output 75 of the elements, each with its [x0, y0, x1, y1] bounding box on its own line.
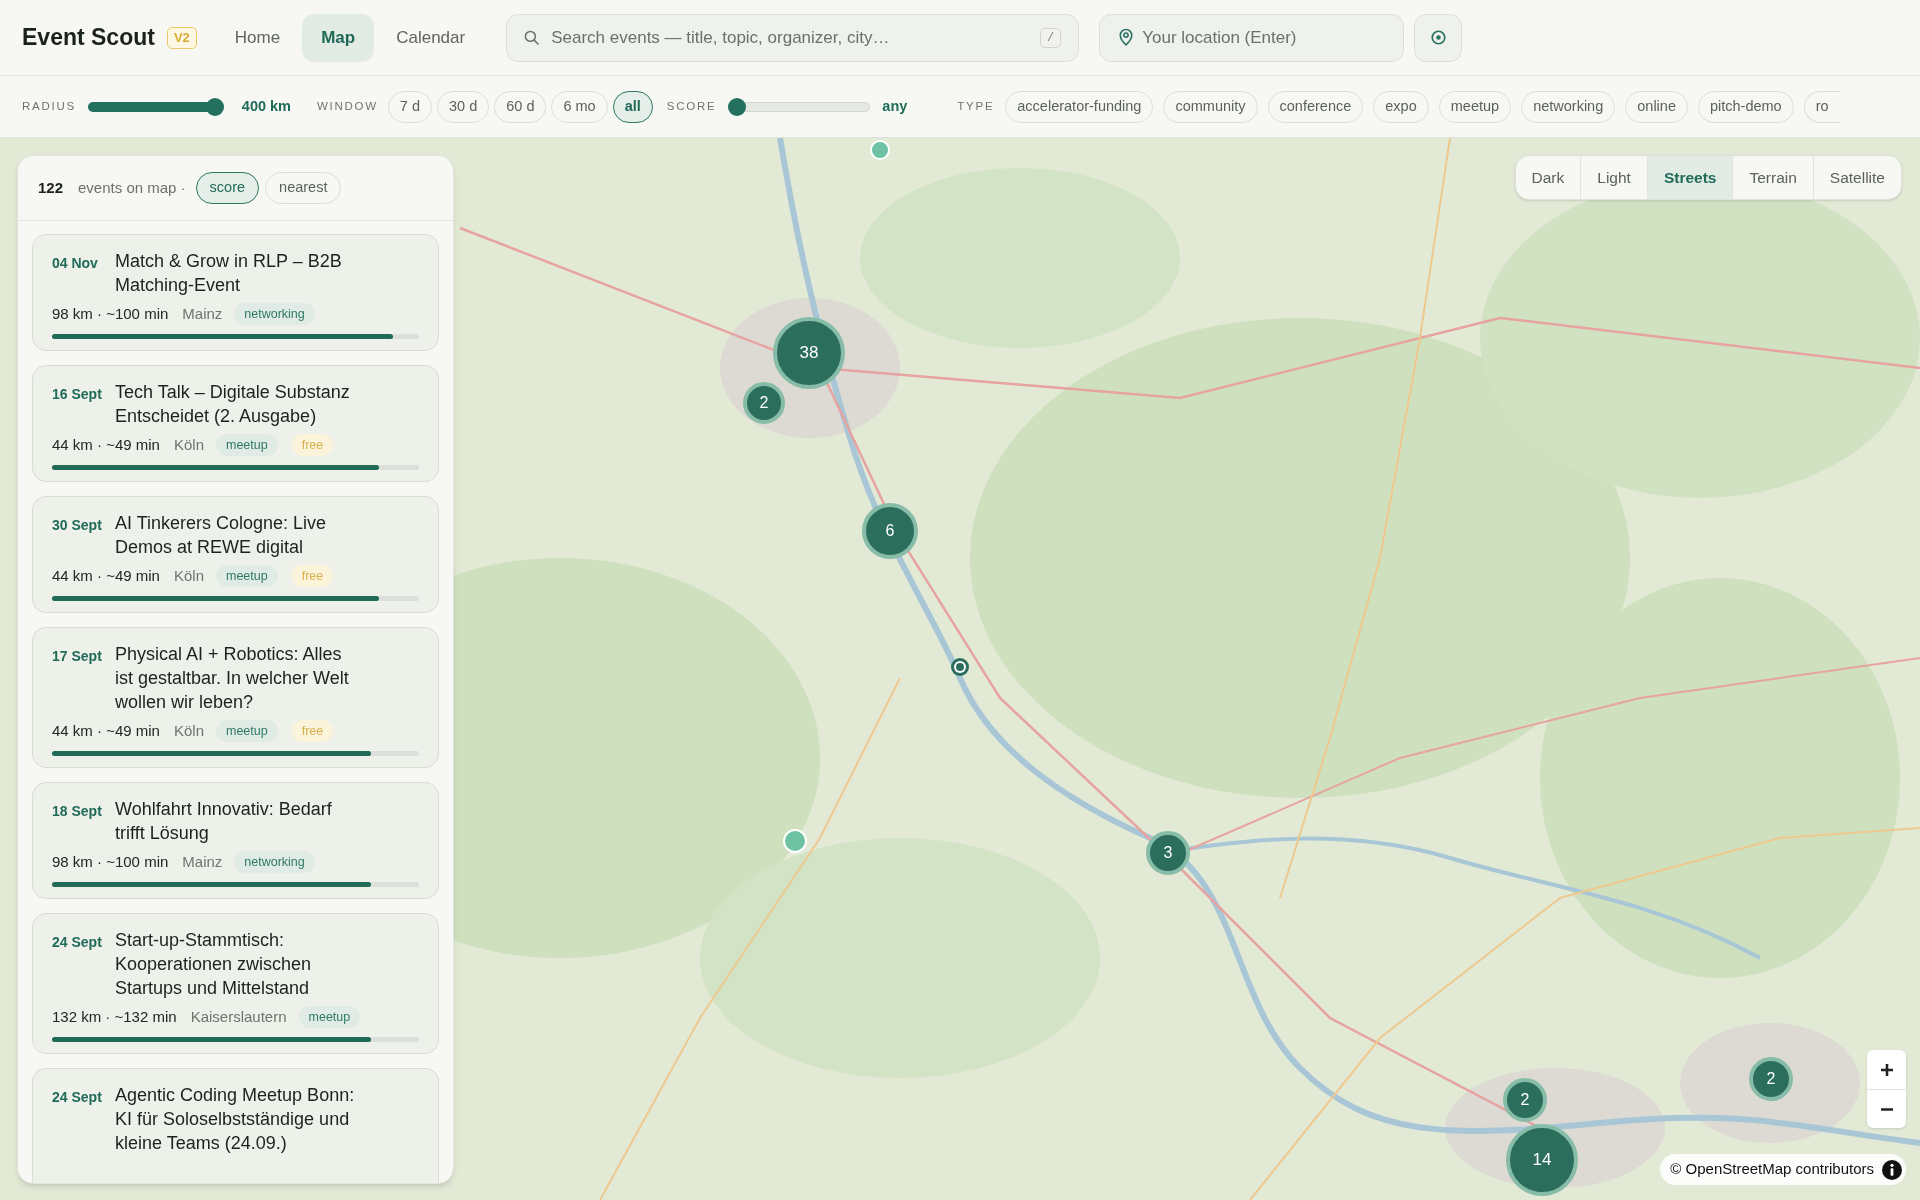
event-city: Köln: [173, 720, 204, 741]
nav-tab[interactable]: Calendar: [377, 13, 485, 62]
event-city: Köln: [173, 565, 204, 586]
map-style-tab[interactable]: Dark: [1515, 156, 1581, 199]
nav-tab[interactable]: Home: [215, 13, 300, 62]
info-icon: [1882, 1159, 1902, 1180]
event-tag: meetup: [216, 434, 278, 456]
sort-chip[interactable]: score: [195, 172, 260, 204]
search-icon: [524, 29, 540, 45]
event-card[interactable]: 17 Sept Physical AI + Robotics: Alles ist gestaltbar. In welcher Welt wollen wir leben? 44 km · ~49 min Köln meetup free: [32, 627, 439, 768]
plus-icon: [1879, 1062, 1894, 1077]
event-card[interactable]: 30 Sept AI Tinkerers Cologne: Live Demos at REWE digital 44 km · ~49 min Köln meetup free: [32, 496, 439, 613]
result-count: 122: [38, 177, 64, 198]
event-tag: free: [291, 565, 334, 587]
filter-label: RADIUS: [22, 98, 76, 114]
event-city: Köln: [173, 434, 204, 455]
map-style-tab[interactable]: Satellite: [1812, 156, 1901, 199]
location-field[interactable]: Your location (Enter): [1099, 13, 1405, 62]
slider-thumb[interactable]: [205, 97, 224, 116]
map-style-tab[interactable]: Terrain: [1732, 156, 1813, 199]
event-card[interactable]: 24 Sept Agentic Coding Meetup Bonn: KI für Soloselbstständige und kleine Teams (24.09.): [32, 1068, 439, 1183]
event-distance: 44 km · ~49 min: [52, 720, 160, 741]
attribution-text: © OpenStreetMap contributors: [1670, 1159, 1874, 1180]
event-card[interactable]: 16 Sept Tech Talk – Digitale Substanz Entscheidet (2. Ausgabe) 44 km · ~49 min Köln meetup free: [32, 365, 439, 482]
event-card[interactable]: 04 Nov Match & Grow in RLP – B2B Matching-Event 98 km · ~100 min Mainz networking: [32, 234, 439, 351]
event-title: Start-up-Stammtisch: Kooperationen zwischen Startups und Mittelstand: [115, 929, 313, 1000]
event-city: Mainz: [182, 303, 223, 324]
nav-tab[interactable]: Map: [302, 13, 375, 62]
event-tag: networking: [234, 303, 315, 325]
event-date: 18 Sept: [52, 802, 103, 821]
slider-value: 400 km: [241, 96, 291, 116]
event-distance: 98 km · ~100 min: [52, 303, 169, 324]
map-style-tab[interactable]: Streets: [1646, 156, 1733, 199]
map-pin-icon: [1119, 27, 1134, 46]
filter-label: TYPE: [957, 98, 995, 114]
event-distance: 98 km · ~100 min: [52, 851, 169, 872]
event-date: 24 Sept: [52, 1088, 103, 1107]
slider-thumb[interactable]: [728, 97, 747, 116]
radius-slider[interactable]: [87, 97, 224, 116]
filter-chip[interactable]: all: [612, 90, 653, 123]
target-icon: [1429, 29, 1447, 46]
event-tag: networking: [234, 851, 315, 873]
event-title: AI Tinkerers Cologne: Live Demos at REWE digital: [115, 512, 328, 559]
event-tag: meetup: [216, 565, 278, 587]
locate-button[interactable]: [1414, 13, 1463, 62]
score-slider[interactable]: [728, 97, 871, 116]
event-title: Tech Talk – Digitale Substanz Entscheidet (2. Ausgabe): [115, 381, 351, 428]
event-tag: meetup: [216, 720, 278, 742]
slider-value: any: [882, 96, 908, 116]
event-distance: 44 km · ~49 min: [52, 565, 160, 586]
event-tag: meetup: [298, 1006, 361, 1028]
event-date: 17 Sept: [52, 647, 103, 666]
filter-label: WINDOW: [317, 98, 378, 114]
event-date: 04 Nov: [52, 254, 99, 273]
filter-label: SCORE: [666, 98, 717, 114]
event-city: Kaiserslautern: [190, 1006, 287, 1027]
event-tag: free: [291, 720, 334, 742]
event-date: 24 Sept: [52, 933, 103, 952]
event-title: Wohlfahrt Innovativ: Bedarf trifft Lösung: [115, 798, 333, 845]
event-title: Physical AI + Robotics: Alles ist gestaltbar. In welcher Welt wollen wir leben?: [115, 643, 350, 714]
event-distance: 44 km · ~49 min: [52, 434, 160, 455]
map-style-tab[interactable]: Light: [1580, 156, 1647, 199]
result-label: events on map ·: [78, 177, 186, 198]
minus-icon: [1879, 1107, 1894, 1111]
version-badge: V2: [166, 26, 197, 49]
event-title: Match & Grow in RLP – B2B Matching-Event: [115, 250, 343, 297]
event-tag: free: [291, 434, 334, 456]
event-date: 16 Sept: [52, 385, 103, 404]
event-title: Agentic Coding Meetup Bonn: KI für Soloselbstständige und kleine Teams (24.09.): [115, 1084, 356, 1155]
event-card[interactable]: 24 Sept Start-up-Stammtisch: Kooperationen zwischen Startups und Mittelstand 132 km · ~132 min Kaiserslautern meetup: [32, 913, 439, 1054]
app-title: Event Scout: [22, 23, 155, 53]
event-card[interactable]: 18 Sept Wohlfahrt Innovativ: Bedarf trifft Lösung 98 km · ~100 min Mainz networking: [32, 782, 439, 899]
event-city: Mainz: [182, 851, 223, 872]
event-date: 30 Sept: [52, 516, 103, 535]
event-distance: 132 km · ~132 min: [52, 1006, 177, 1027]
